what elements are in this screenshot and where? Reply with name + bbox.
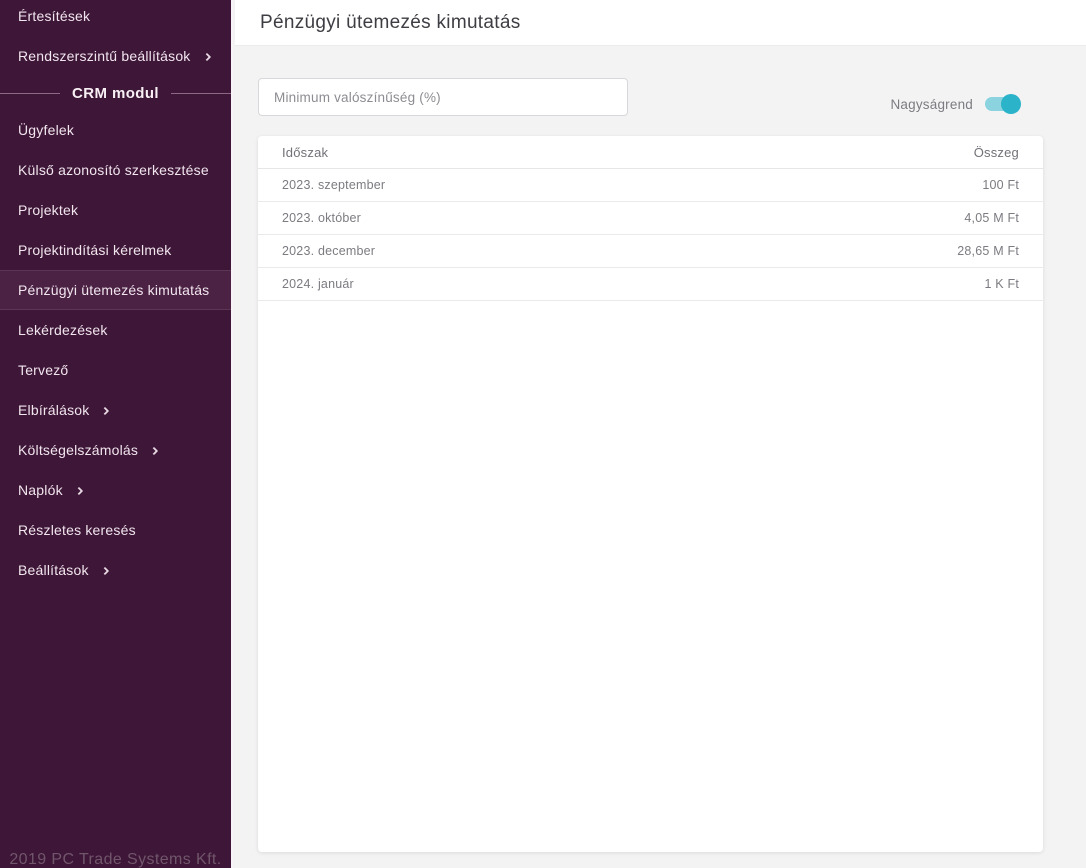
sidebar-item[interactable]: Részletes keresés: [0, 510, 231, 550]
sidebar-item-label: Ügyfelek: [18, 122, 74, 138]
sidebar-item[interactable]: Költségelszámolás: [0, 430, 231, 470]
chevron-right-icon: [202, 52, 210, 60]
toggle-thumb-icon: [1001, 94, 1021, 114]
amount-cell: 28,65 M Ft: [957, 244, 1019, 258]
amount-cell: 4,05 M Ft: [964, 211, 1019, 225]
column-header-amount: Összeg: [974, 145, 1019, 160]
amount-cell: 1 K Ft: [984, 277, 1019, 291]
sidebar-item-label: Projektek: [18, 202, 78, 218]
sidebar-item[interactable]: Naplók: [0, 470, 231, 510]
magnitude-toggle[interactable]: [985, 97, 1020, 111]
sidebar-item[interactable]: Tervező: [0, 350, 231, 390]
table-row[interactable]: 2023. szeptember 100 Ft: [258, 169, 1043, 202]
chevron-right-icon: [150, 446, 158, 454]
sidebar-item[interactable]: Lekérdezések: [0, 310, 231, 350]
sidebar-item[interactable]: Értesítések: [0, 0, 231, 36]
period-cell: 2023. szeptember: [282, 178, 385, 192]
sidebar-item[interactable]: Projektindítási kérelmek: [0, 230, 231, 270]
column-header-period: Időszak: [282, 145, 328, 160]
sidebar-footer-copyright: 2019 PC Trade Systems Kft.: [0, 851, 231, 868]
sidebar-item-label: Naplók: [18, 482, 63, 498]
page-title: Pénzügyi ütemezés kimutatás: [260, 12, 521, 34]
sidebar-item[interactable]: Ügyfelek: [0, 110, 231, 150]
sidebar-item[interactable]: Pénzügyi ütemezés kimutatás: [0, 270, 231, 310]
content-area: Nagyságrend Időszak Összeg 2023. szeptem…: [235, 46, 1086, 868]
topbar: Pénzügyi ütemezés kimutatás: [235, 0, 1086, 46]
table-header-row: Időszak Összeg: [258, 136, 1043, 169]
schedule-table: Időszak Összeg 2023. szeptember 100 Ft 2…: [258, 136, 1043, 852]
section-divider-line: [0, 93, 60, 94]
sidebar-item-label: Költségelszámolás: [18, 442, 138, 458]
min-probability-input[interactable]: [258, 78, 628, 116]
sidebar-item-label: Pénzügyi ütemezés kimutatás: [18, 282, 209, 298]
sidebar-item-label: Tervező: [18, 362, 68, 378]
sidebar: Értesítések Rendszerszintű beállítások C…: [0, 0, 233, 868]
section-header-label: CRM modul: [72, 85, 159, 102]
amount-cell: 100 Ft: [982, 178, 1019, 192]
table-row[interactable]: 2024. január 1 K Ft: [258, 268, 1043, 301]
chevron-right-icon: [100, 566, 108, 574]
sidebar-item-label: Értesítések: [18, 8, 90, 24]
section-divider-line: [171, 93, 231, 94]
sidebar-item-label: Lekérdezések: [18, 322, 108, 338]
sidebar-item[interactable]: Rendszerszintű beállítások: [0, 36, 231, 76]
sidebar-group-crm: Ügyfelek Külső azonosító szerkesztése Pr…: [0, 110, 231, 590]
sidebar-item[interactable]: Projektek: [0, 190, 231, 230]
period-cell: 2023. december: [282, 244, 375, 258]
sidebar-item-label: Részletes keresés: [18, 522, 136, 538]
magnitude-toggle-row: Nagyságrend: [890, 93, 1020, 115]
sidebar-section-header: CRM modul: [0, 76, 231, 110]
main-area: Pénzügyi ütemezés kimutatás Nagyságrend …: [235, 0, 1086, 868]
chevron-right-icon: [101, 406, 109, 414]
magnitude-toggle-label: Nagyságrend: [890, 97, 973, 112]
sidebar-item-label: Elbírálások: [18, 402, 89, 418]
sidebar-item-label: Külső azonosító szerkesztése: [18, 162, 209, 178]
chevron-right-icon: [75, 486, 83, 494]
sidebar-item-label: Rendszerszintű beállítások: [18, 48, 191, 64]
period-cell: 2023. október: [282, 211, 361, 225]
table-row[interactable]: 2023. december 28,65 M Ft: [258, 235, 1043, 268]
table-body: 2023. szeptember 100 Ft 2023. október 4,…: [258, 169, 1043, 301]
period-cell: 2024. január: [282, 277, 354, 291]
sidebar-item[interactable]: Külső azonosító szerkesztése: [0, 150, 231, 190]
sidebar-item[interactable]: Beállítások: [0, 550, 231, 590]
table-row[interactable]: 2023. október 4,05 M Ft: [258, 202, 1043, 235]
sidebar-item[interactable]: Elbírálások: [0, 390, 231, 430]
sidebar-nav: Értesítések Rendszerszintű beállítások C…: [0, 0, 231, 590]
sidebar-item-label: Beállítások: [18, 562, 89, 578]
sidebar-item-label: Projektindítási kérelmek: [18, 242, 171, 258]
sidebar-group-system: Értesítések Rendszerszintű beállítások: [0, 0, 231, 76]
